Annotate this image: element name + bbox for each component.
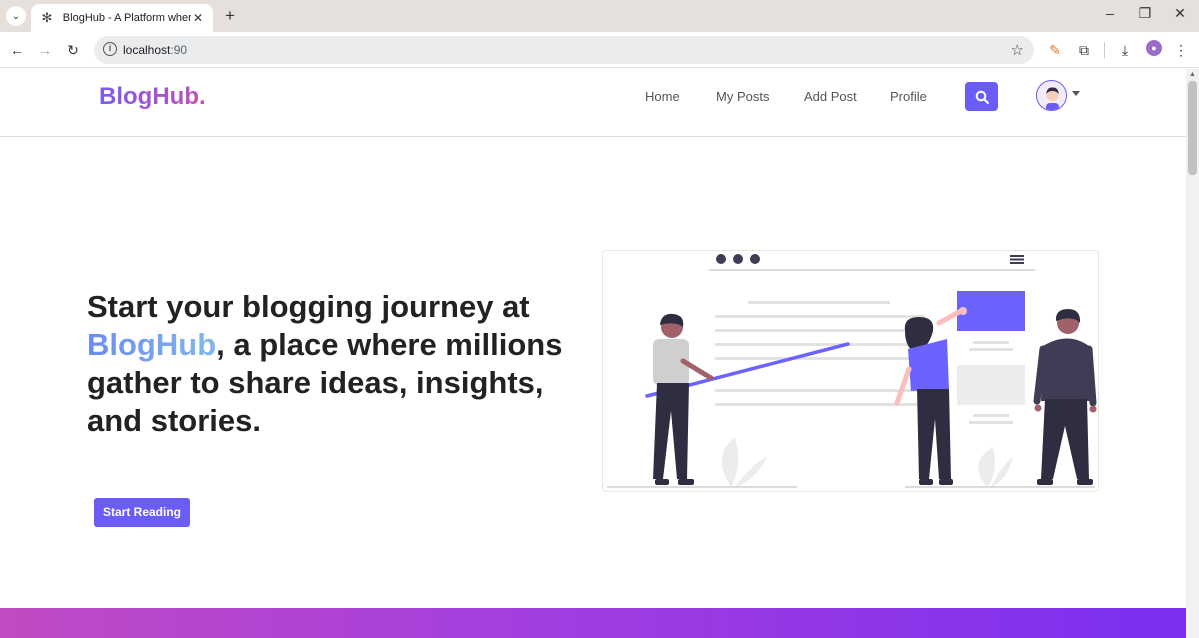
- extensions-puzzle-icon[interactable]: ⧉: [1075, 41, 1093, 59]
- hero-highlight-brand: BlogHub: [87, 327, 217, 362]
- forward-arrow-icon[interactable]: →: [35, 40, 55, 60]
- brand-logo[interactable]: BlogHub.: [99, 83, 206, 111]
- start-reading-button[interactable]: Start Reading: [94, 498, 190, 527]
- bookmark-star-icon[interactable]: ☆: [1011, 41, 1024, 59]
- nav-home-link[interactable]: Home: [645, 89, 680, 104]
- page-scrollbar[interactable]: ▲: [1186, 69, 1199, 638]
- page-viewport: BlogHub. Home My Posts Add Post Profile …: [0, 69, 1186, 638]
- footer-gradient-band: [0, 608, 1186, 638]
- hero-heading: Start your blogging journey at BlogHub, …: [87, 289, 563, 438]
- avatar-dropdown-caret-icon[interactable]: [1072, 91, 1080, 96]
- search-button[interactable]: [965, 82, 998, 111]
- scroll-up-arrow-icon[interactable]: ▲: [1189, 71, 1196, 78]
- browser-profile-icon[interactable]: ●: [1146, 40, 1162, 56]
- browser-toolbar: ← → ↻ i localhost:90 ☆ ✎ ⧉ ⤓ ⋮: [0, 32, 1199, 68]
- window-restore-icon[interactable]: ❐: [1135, 5, 1155, 22]
- nav-add-post-link[interactable]: Add Post: [804, 89, 857, 104]
- back-arrow-icon[interactable]: ←: [7, 40, 27, 60]
- nav-my-posts-link[interactable]: My Posts: [716, 89, 769, 104]
- search-icon: [975, 90, 989, 104]
- nav-profile-link[interactable]: Profile: [890, 89, 927, 104]
- tab-favicon-icon: ✻: [41, 10, 53, 25]
- address-url: localhost:90: [123, 43, 188, 57]
- window-close-icon[interactable]: ✕: [1170, 5, 1190, 22]
- browser-tab-strip: ⌄ ✻ BlogHub - A Platform where yo ✕ + – …: [0, 0, 1199, 32]
- browser-menu-icon[interactable]: ⋮: [1172, 41, 1190, 59]
- download-icon[interactable]: ⤓: [1116, 41, 1134, 59]
- tab-title: BlogHub - A Platform where yo: [62, 12, 192, 24]
- tab-close-icon[interactable]: ✕: [191, 11, 205, 25]
- toolbar-divider: [1104, 42, 1105, 58]
- extension-pen-icon[interactable]: ✎: [1046, 41, 1064, 59]
- window-minimize-icon[interactable]: –: [1100, 5, 1120, 21]
- site-navbar: BlogHub. Home My Posts Add Post Profile: [0, 69, 1186, 137]
- scrollbar-thumb[interactable]: [1188, 81, 1197, 175]
- tab-search-chevron-icon[interactable]: ⌄: [6, 6, 26, 26]
- browser-tab-active[interactable]: ✻ BlogHub - A Platform where yo ✕: [31, 4, 213, 32]
- user-avatar[interactable]: [1036, 80, 1067, 111]
- reload-icon[interactable]: ↻: [63, 40, 83, 60]
- new-tab-plus-icon[interactable]: +: [220, 6, 240, 26]
- site-info-icon[interactable]: i: [103, 42, 117, 56]
- address-bar[interactable]: i localhost:90 ☆: [94, 36, 1034, 64]
- hero-illustration: [602, 250, 1099, 492]
